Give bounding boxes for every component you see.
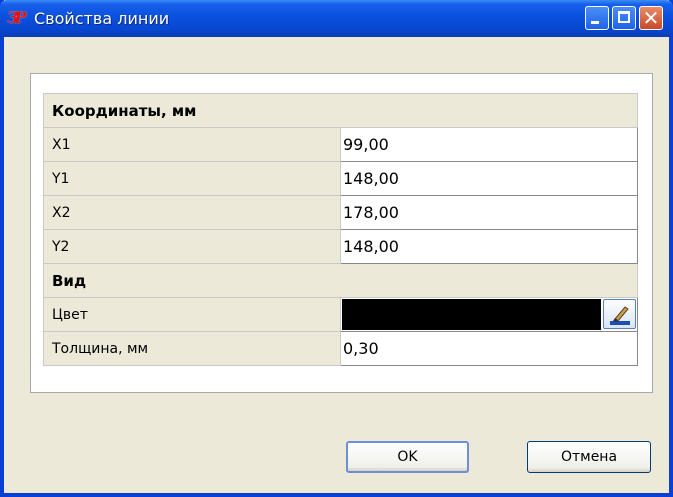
cancel-button[interactable]: Отмена: [527, 441, 651, 473]
property-row-y1: Y1 148,00: [43, 161, 638, 196]
property-row-x2: X2 178,00: [43, 195, 638, 230]
close-icon: ✕: [642, 6, 660, 30]
title-bar[interactable]: ЗР Свойства линии ✕: [0, 0, 673, 37]
property-row-y2: Y2 148,00: [43, 229, 638, 264]
property-grid: Координаты, мм X1 99,00 Y1 148,00 X2 178…: [43, 93, 638, 366]
maximize-button[interactable]: [612, 6, 636, 30]
paint-brush-icon: [610, 306, 630, 325]
close-button[interactable]: ✕: [639, 6, 663, 30]
color-swatch[interactable]: [342, 299, 601, 330]
x2-field[interactable]: 178,00: [340, 195, 638, 230]
property-label: Y2: [43, 229, 341, 264]
color-picker-button[interactable]: [603, 299, 636, 329]
property-row-thickness: Толщина, мм 0,30: [43, 331, 638, 366]
thickness-field[interactable]: 0,30: [340, 331, 638, 366]
section-row: Координаты, мм: [43, 93, 638, 128]
window-title: Свойства линии: [34, 9, 170, 28]
maximize-icon: [618, 11, 630, 23]
property-label: X1: [43, 127, 341, 162]
y2-field[interactable]: 148,00: [340, 229, 638, 264]
section-row: Вид: [43, 263, 638, 298]
property-label: X2: [43, 195, 341, 230]
color-field: [340, 297, 638, 332]
properties-panel: Координаты, мм X1 99,00 Y1 148,00 X2 178…: [30, 73, 653, 393]
y1-field[interactable]: 148,00: [340, 161, 638, 196]
property-row-color: Цвет: [43, 297, 638, 332]
property-row-x1: X1 99,00: [43, 127, 638, 162]
property-label: Y1: [43, 161, 341, 196]
ok-button[interactable]: OK: [346, 441, 469, 473]
minimize-button[interactable]: [585, 6, 609, 30]
section-header-coordinates: Координаты, мм: [43, 93, 638, 128]
section-header-view: Вид: [43, 263, 638, 298]
app-logo-icon: ЗР: [7, 8, 27, 27]
property-label: Толщина, мм: [43, 331, 341, 366]
x1-field[interactable]: 99,00: [340, 127, 638, 162]
property-label: Цвет: [43, 297, 341, 332]
minimize-icon: [591, 21, 599, 24]
